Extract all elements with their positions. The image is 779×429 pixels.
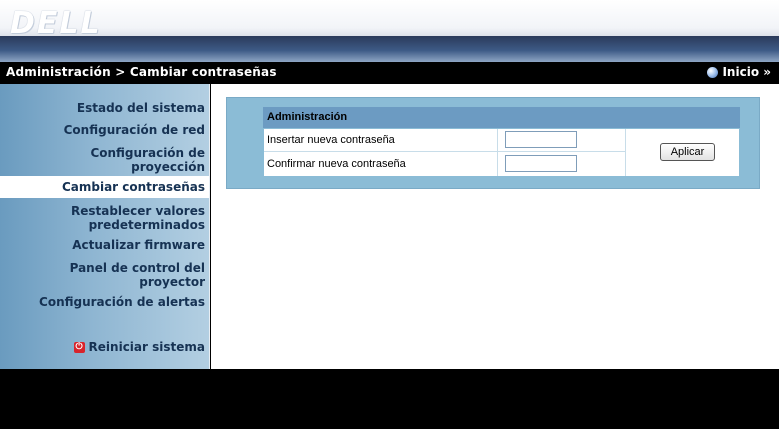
sidebar-item-configuracion-de-alertas[interactable]: Configuración de alertas: [39, 295, 205, 309]
sidebar-item-restablecer-valores[interactable]: Restablecer valores predeterminados: [55, 204, 205, 232]
header: DELL: [0, 0, 779, 62]
home-link-label: Inicio »: [722, 65, 771, 79]
power-icon: ⏻: [73, 341, 85, 353]
form-row-new-password: Insertar nueva contraseña: [264, 129, 625, 152]
new-password-label: Insertar nueva contraseña: [267, 134, 395, 146]
form-row-confirm-password: Confirmar nueva contraseña: [264, 153, 625, 176]
footer: [0, 369, 779, 429]
admin-panel: Administración Insertar nueva contraseña…: [226, 97, 760, 189]
panel-title: Administración: [263, 107, 740, 128]
sidebar-item-actualizar-firmware[interactable]: Actualizar firmware: [72, 238, 205, 252]
confirm-password-label: Confirmar nueva contraseña: [267, 158, 406, 170]
confirm-password-input[interactable]: [505, 155, 577, 172]
new-password-input[interactable]: [505, 131, 577, 148]
home-link[interactable]: Inicio »: [707, 65, 771, 79]
title-bar: Administración > Cambiar contraseñas Ini…: [0, 62, 779, 84]
sidebar-item-configuracion-de-red[interactable]: Configuración de red: [64, 123, 205, 137]
main-content: Administración Insertar nueva contraseña…: [211, 84, 779, 369]
sidebar: Estado del sistema Configuración de red …: [0, 84, 210, 369]
button-column-divider: [625, 129, 626, 176]
home-dot-icon: [707, 66, 719, 78]
sidebar-item-estado-del-sistema[interactable]: Estado del sistema: [77, 101, 205, 115]
apply-button[interactable]: Aplicar: [660, 143, 715, 161]
password-form: Insertar nueva contraseña Confirmar nuev…: [263, 128, 740, 177]
restart-system-link[interactable]: ⏻ Reiniciar sistema: [73, 340, 205, 354]
breadcrumb: Administración > Cambiar contraseñas: [6, 65, 277, 79]
header-band: [0, 36, 779, 62]
sidebar-item-panel-de-control[interactable]: Panel de control del proyector: [55, 261, 205, 289]
dell-logo: DELL: [10, 6, 102, 41]
sidebar-item-configuracion-de-proyeccion[interactable]: Configuración de proyección: [65, 146, 205, 174]
restart-system-label: Reiniciar sistema: [88, 340, 205, 354]
sidebar-item-cambiar-contrasenas[interactable]: Cambiar contraseñas: [0, 176, 209, 198]
